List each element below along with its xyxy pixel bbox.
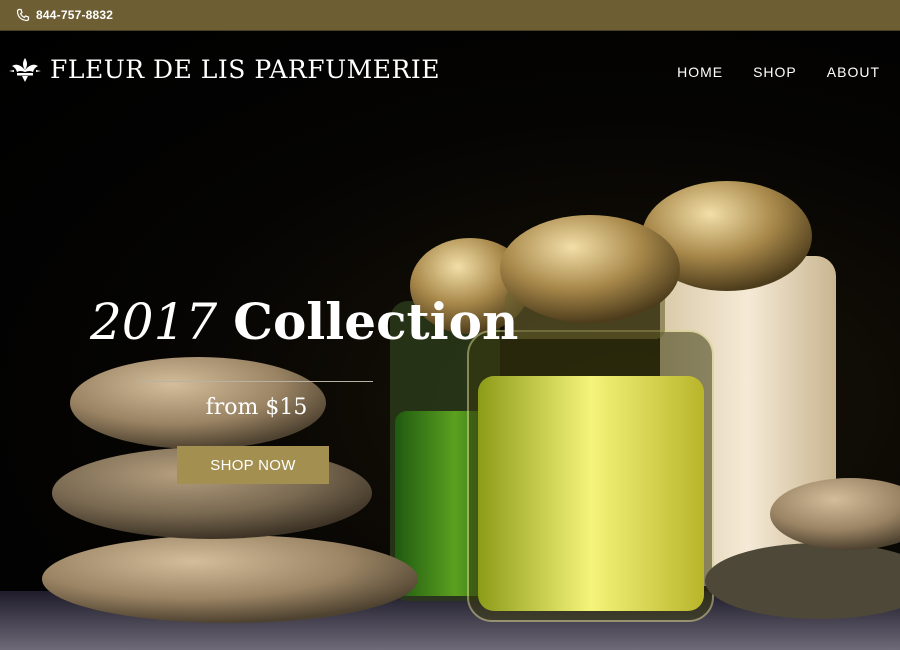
brand-name: FLEUR DE LIS PARFUMERIE — [50, 55, 440, 84]
phone-icon — [16, 8, 30, 22]
hero-year: 2017 — [90, 293, 218, 351]
hero-divider — [140, 381, 373, 382]
nav-shop-link[interactable]: SHOP — [753, 64, 797, 80]
hero-title-word: Collection — [233, 292, 519, 351]
shop-now-button[interactable]: SHOP NOW — [177, 446, 329, 484]
nav-about-link[interactable]: ABOUT — [827, 64, 880, 80]
hero-subtitle: from $15 — [205, 395, 308, 420]
fleur-de-lis-icon — [9, 57, 41, 82]
brand-logo[interactable]: FLEUR DE LIS PARFUMERIE — [8, 55, 440, 84]
main-nav: HOME SHOP ABOUT — [677, 64, 880, 80]
phone-number[interactable]: 844-757-8832 — [36, 8, 113, 22]
nav-home-link[interactable]: HOME — [677, 64, 723, 80]
hero-title: 2017 Collection — [90, 292, 518, 352]
top-bar: 844-757-8832 — [0, 0, 900, 31]
site-header: FLEUR DE LIS PARFUMERIE HOME SHOP ABOUT — [0, 31, 900, 111]
